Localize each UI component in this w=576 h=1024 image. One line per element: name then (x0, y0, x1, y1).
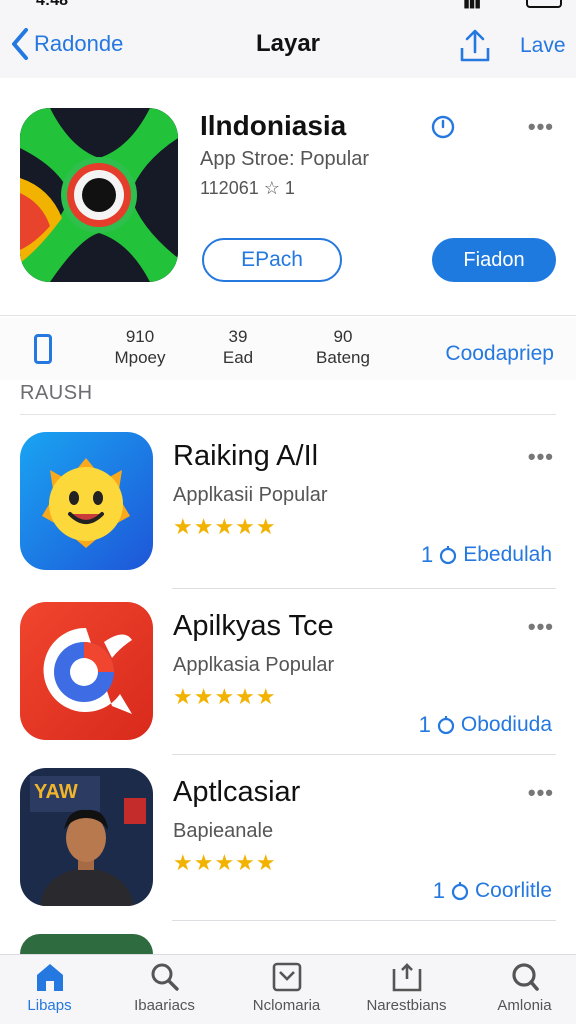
featured-app-card: Ilndoniasia App Stroe: Popular 112061 ☆ … (0, 78, 576, 316)
action-label: Ebedulah (463, 543, 552, 566)
row-divider (172, 754, 556, 755)
tab-search[interactable]: Ibaariacs (107, 961, 222, 1014)
clock-icon[interactable] (430, 114, 456, 140)
app-icon-partial[interactable] (20, 934, 153, 954)
nav-right-button[interactable]: Lave (520, 34, 566, 58)
rating-stars: ★★★★★ (173, 684, 277, 709)
stat-label: Bateng (316, 348, 370, 367)
primary-action-button[interactable]: Fiadon (432, 238, 556, 282)
stat-value: 910 (125, 327, 155, 346)
stat-value: 39 (228, 327, 248, 346)
tab-home[interactable]: Libaps (0, 961, 107, 1014)
app-icon-smiley[interactable] (20, 432, 153, 570)
app-action-link[interactable]: 1 Obodiuda (419, 712, 552, 738)
app-category: Bapieanale (173, 820, 274, 842)
featured-app-meta: 112061 ☆ 1 (200, 178, 295, 198)
tab-inbox[interactable]: Nclomaria (229, 961, 344, 1014)
inbox-icon (272, 962, 301, 992)
search-icon (151, 963, 179, 991)
more-options-icon[interactable]: ••• (528, 114, 554, 140)
app-name: Apilkyas Tce (173, 610, 334, 642)
status-icons: ▮▮▮ (452, 0, 562, 10)
status-time: 4:48 (36, 0, 69, 9)
row-divider (172, 920, 556, 921)
featured-app-subtitle: App Stroe: Popular (200, 148, 369, 170)
app-name: Raiking A/Il (173, 440, 319, 472)
action-count: 1 (432, 878, 445, 903)
stat-label: Ead (222, 348, 254, 367)
action-label: Coorlitle (474, 879, 552, 902)
stats-row: 910 Mpoey 39 Ead 90 Bateng Coodapriep (0, 318, 576, 380)
tray-icon (392, 963, 421, 992)
home-icon (36, 964, 63, 991)
list-item[interactable]: Raiking A/Il Applkasii Popular ★★★★★ •••… (0, 432, 576, 600)
app-action-link[interactable]: 1 Ebedulah (421, 542, 552, 568)
status-bar: 4:48 ▮▮▮ (0, 0, 576, 12)
list-item[interactable]: YAW Aptlcasiar Bapieanale ★★★★★ ••• 1 Co… (0, 768, 576, 936)
stat-value: 90 (333, 327, 353, 346)
tab-tray[interactable]: Narestbians (349, 961, 464, 1014)
app-category: Applkasia Popular (173, 654, 335, 676)
featured-app-title: Ilndoniasia (200, 110, 347, 141)
app-icon-person[interactable]: YAW (20, 768, 153, 906)
refresh-icon (451, 882, 469, 901)
share-icon[interactable] (456, 26, 494, 64)
more-options-icon[interactable]: ••• (528, 780, 554, 806)
secondary-action-button[interactable]: EPach (202, 238, 342, 282)
row-divider (172, 588, 556, 589)
tab-label: Libaps (27, 997, 72, 1014)
app-icon-chat[interactable] (20, 602, 153, 740)
rating-stars: ★★★★★ (173, 850, 277, 875)
stat-item: 910 Mpoey (108, 326, 172, 368)
tab-label: Ibaariacs (134, 997, 195, 1014)
svg-text:YAW: YAW (34, 781, 78, 803)
signal-icon: ▮▮▮ (463, 0, 481, 10)
section-divider (20, 414, 556, 415)
tab-magnifier[interactable]: Amlonia (467, 961, 576, 1014)
stat-item: 90 Bateng (310, 326, 376, 368)
navigation-bar: Radonde Layar Lave (0, 12, 576, 78)
featured-app-icon[interactable] (20, 108, 178, 282)
stat-label: Mpoey (114, 348, 166, 367)
action-label: Obodiuda (460, 713, 552, 736)
tab-label: Nclomaria (252, 997, 321, 1014)
tab-label: Narestbians (366, 997, 447, 1014)
action-count: 1 (418, 712, 431, 737)
magnifier-icon (511, 963, 539, 991)
more-options-icon[interactable]: ••• (528, 614, 554, 640)
tab-bar: Libaps Ibaariacs Nclomaria Narestbians A… (0, 954, 576, 1024)
more-options-icon[interactable]: ••• (528, 444, 554, 470)
app-action-link[interactable]: 1 Coorlitle (433, 878, 552, 904)
list-item[interactable]: Apilkyas Tce Applkasia Popular ★★★★★ •••… (0, 602, 576, 770)
stat-item: 39 Ead (206, 326, 270, 368)
refresh-icon (437, 716, 455, 735)
tab-label: Amlonia (497, 997, 552, 1014)
refresh-icon (440, 546, 457, 565)
phone-icon[interactable] (34, 334, 52, 364)
rating-stars: ★★★★★ (173, 514, 277, 539)
section-label: RAUSH (20, 382, 93, 404)
app-category: Applkasii Popular (173, 484, 328, 506)
stats-link[interactable]: Coodapriep (445, 342, 554, 366)
battery-icon (526, 0, 562, 8)
action-count: 1 (421, 542, 434, 567)
app-name: Aptlcasiar (173, 776, 301, 808)
